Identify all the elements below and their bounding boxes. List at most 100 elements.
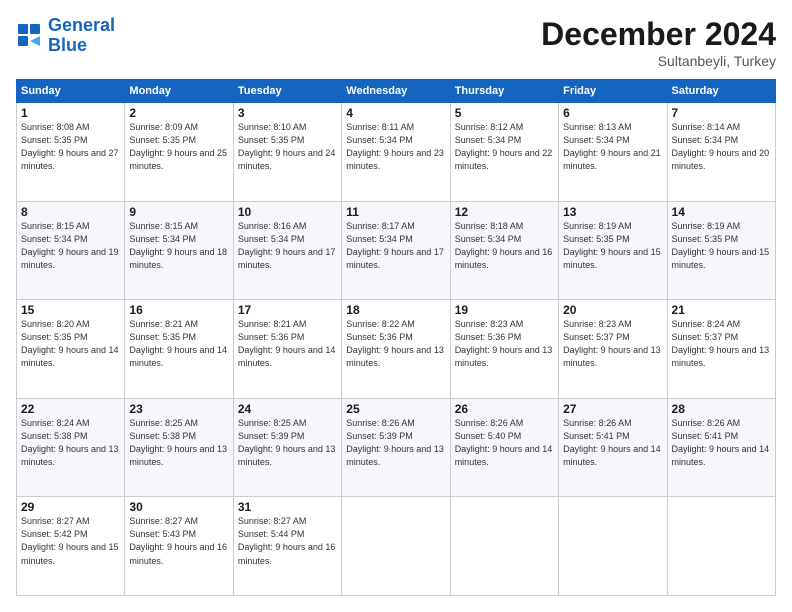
calendar-cell: 19Sunrise: 8:23 AM Sunset: 5:36 PM Dayli… [450,300,558,399]
calendar-cell: 17Sunrise: 8:21 AM Sunset: 5:36 PM Dayli… [233,300,341,399]
day-info: Sunrise: 8:21 AM Sunset: 5:36 PM Dayligh… [238,318,337,370]
day-number: 15 [21,303,120,317]
calendar-cell: 20Sunrise: 8:23 AM Sunset: 5:37 PM Dayli… [559,300,667,399]
day-info: Sunrise: 8:16 AM Sunset: 5:34 PM Dayligh… [238,220,337,272]
day-info: Sunrise: 8:19 AM Sunset: 5:35 PM Dayligh… [563,220,662,272]
col-sunday: Sunday [17,80,125,103]
day-number: 11 [346,205,445,219]
day-info: Sunrise: 8:27 AM Sunset: 5:43 PM Dayligh… [129,515,228,567]
day-number: 12 [455,205,554,219]
calendar-cell [667,497,775,596]
day-number: 14 [672,205,771,219]
calendar-table: Sunday Monday Tuesday Wednesday Thursday… [16,79,776,596]
day-info: Sunrise: 8:26 AM Sunset: 5:41 PM Dayligh… [672,417,771,469]
calendar-cell: 25Sunrise: 8:26 AM Sunset: 5:39 PM Dayli… [342,398,450,497]
day-number: 4 [346,106,445,120]
day-info: Sunrise: 8:23 AM Sunset: 5:36 PM Dayligh… [455,318,554,370]
day-info: Sunrise: 8:25 AM Sunset: 5:39 PM Dayligh… [238,417,337,469]
calendar-cell: 2Sunrise: 8:09 AM Sunset: 5:35 PM Daylig… [125,103,233,202]
calendar-cell [450,497,558,596]
calendar-cell: 24Sunrise: 8:25 AM Sunset: 5:39 PM Dayli… [233,398,341,497]
calendar-cell: 10Sunrise: 8:16 AM Sunset: 5:34 PM Dayli… [233,201,341,300]
day-number: 16 [129,303,228,317]
calendar-cell: 12Sunrise: 8:18 AM Sunset: 5:34 PM Dayli… [450,201,558,300]
day-info: Sunrise: 8:27 AM Sunset: 5:44 PM Dayligh… [238,515,337,567]
calendar-cell: 26Sunrise: 8:26 AM Sunset: 5:40 PM Dayli… [450,398,558,497]
day-number: 18 [346,303,445,317]
day-number: 25 [346,402,445,416]
day-number: 23 [129,402,228,416]
calendar-week-1: 1Sunrise: 8:08 AM Sunset: 5:35 PM Daylig… [17,103,776,202]
day-info: Sunrise: 8:15 AM Sunset: 5:34 PM Dayligh… [129,220,228,272]
calendar-cell: 23Sunrise: 8:25 AM Sunset: 5:38 PM Dayli… [125,398,233,497]
day-number: 26 [455,402,554,416]
day-info: Sunrise: 8:12 AM Sunset: 5:34 PM Dayligh… [455,121,554,173]
calendar-cell: 27Sunrise: 8:26 AM Sunset: 5:41 PM Dayli… [559,398,667,497]
col-saturday: Saturday [667,80,775,103]
day-info: Sunrise: 8:26 AM Sunset: 5:40 PM Dayligh… [455,417,554,469]
logo: General Blue [16,16,115,56]
calendar-cell: 31Sunrise: 8:27 AM Sunset: 5:44 PM Dayli… [233,497,341,596]
day-info: Sunrise: 8:24 AM Sunset: 5:37 PM Dayligh… [672,318,771,370]
day-number: 8 [21,205,120,219]
day-number: 2 [129,106,228,120]
calendar-cell: 13Sunrise: 8:19 AM Sunset: 5:35 PM Dayli… [559,201,667,300]
day-number: 29 [21,500,120,514]
day-number: 5 [455,106,554,120]
logo-line2: Blue [48,35,87,55]
calendar-week-4: 22Sunrise: 8:24 AM Sunset: 5:38 PM Dayli… [17,398,776,497]
day-info: Sunrise: 8:20 AM Sunset: 5:35 PM Dayligh… [21,318,120,370]
day-number: 10 [238,205,337,219]
calendar-week-5: 29Sunrise: 8:27 AM Sunset: 5:42 PM Dayli… [17,497,776,596]
day-number: 28 [672,402,771,416]
calendar-cell: 21Sunrise: 8:24 AM Sunset: 5:37 PM Dayli… [667,300,775,399]
logo-icon [16,22,44,50]
logo-text: General Blue [48,16,115,56]
month-title: December 2024 [541,16,776,53]
day-info: Sunrise: 8:17 AM Sunset: 5:34 PM Dayligh… [346,220,445,272]
calendar-week-3: 15Sunrise: 8:20 AM Sunset: 5:35 PM Dayli… [17,300,776,399]
calendar-body: 1Sunrise: 8:08 AM Sunset: 5:35 PM Daylig… [17,103,776,596]
day-info: Sunrise: 8:21 AM Sunset: 5:35 PM Dayligh… [129,318,228,370]
day-info: Sunrise: 8:24 AM Sunset: 5:38 PM Dayligh… [21,417,120,469]
calendar-cell: 8Sunrise: 8:15 AM Sunset: 5:34 PM Daylig… [17,201,125,300]
col-thursday: Thursday [450,80,558,103]
subtitle: Sultanbeyli, Turkey [541,53,776,69]
col-friday: Friday [559,80,667,103]
calendar-cell: 15Sunrise: 8:20 AM Sunset: 5:35 PM Dayli… [17,300,125,399]
day-info: Sunrise: 8:18 AM Sunset: 5:34 PM Dayligh… [455,220,554,272]
day-number: 27 [563,402,662,416]
day-info: Sunrise: 8:25 AM Sunset: 5:38 PM Dayligh… [129,417,228,469]
day-info: Sunrise: 8:23 AM Sunset: 5:37 PM Dayligh… [563,318,662,370]
day-number: 20 [563,303,662,317]
day-info: Sunrise: 8:26 AM Sunset: 5:39 PM Dayligh… [346,417,445,469]
title-area: December 2024 Sultanbeyli, Turkey [541,16,776,69]
col-wednesday: Wednesday [342,80,450,103]
day-info: Sunrise: 8:26 AM Sunset: 5:41 PM Dayligh… [563,417,662,469]
calendar-week-2: 8Sunrise: 8:15 AM Sunset: 5:34 PM Daylig… [17,201,776,300]
calendar-cell: 11Sunrise: 8:17 AM Sunset: 5:34 PM Dayli… [342,201,450,300]
day-number: 17 [238,303,337,317]
calendar-cell: 30Sunrise: 8:27 AM Sunset: 5:43 PM Dayli… [125,497,233,596]
day-info: Sunrise: 8:15 AM Sunset: 5:34 PM Dayligh… [21,220,120,272]
day-info: Sunrise: 8:09 AM Sunset: 5:35 PM Dayligh… [129,121,228,173]
day-number: 31 [238,500,337,514]
calendar-cell: 28Sunrise: 8:26 AM Sunset: 5:41 PM Dayli… [667,398,775,497]
calendar-cell: 5Sunrise: 8:12 AM Sunset: 5:34 PM Daylig… [450,103,558,202]
calendar-cell: 6Sunrise: 8:13 AM Sunset: 5:34 PM Daylig… [559,103,667,202]
day-number: 1 [21,106,120,120]
calendar-cell: 22Sunrise: 8:24 AM Sunset: 5:38 PM Dayli… [17,398,125,497]
day-number: 19 [455,303,554,317]
calendar-cell: 18Sunrise: 8:22 AM Sunset: 5:36 PM Dayli… [342,300,450,399]
day-number: 6 [563,106,662,120]
day-number: 3 [238,106,337,120]
day-number: 21 [672,303,771,317]
calendar-header: Sunday Monday Tuesday Wednesday Thursday… [17,80,776,103]
calendar-cell: 1Sunrise: 8:08 AM Sunset: 5:35 PM Daylig… [17,103,125,202]
calendar-cell: 9Sunrise: 8:15 AM Sunset: 5:34 PM Daylig… [125,201,233,300]
header-row: Sunday Monday Tuesday Wednesday Thursday… [17,80,776,103]
day-info: Sunrise: 8:14 AM Sunset: 5:34 PM Dayligh… [672,121,771,173]
page: General Blue December 2024 Sultanbeyli, … [0,0,792,612]
day-info: Sunrise: 8:27 AM Sunset: 5:42 PM Dayligh… [21,515,120,567]
day-info: Sunrise: 8:08 AM Sunset: 5:35 PM Dayligh… [21,121,120,173]
